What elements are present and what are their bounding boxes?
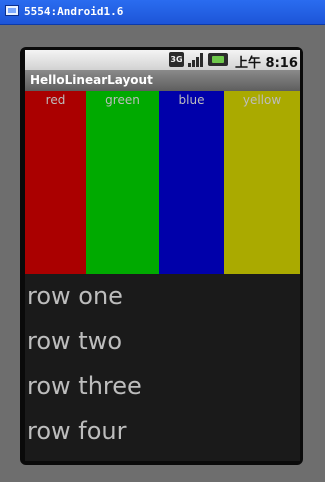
window-titlebar[interactable]: 5554:Android1.6 (0, 0, 325, 25)
window-app-icon (5, 5, 19, 16)
column-label: red (45, 93, 66, 107)
network-3g-icon: 3G (169, 52, 184, 67)
column-yellow: yellow (224, 91, 300, 274)
battery-icon (208, 53, 228, 66)
row-item: row four (27, 417, 127, 445)
app-titlebar: HelloLinearLayout (25, 70, 300, 91)
column-red: red (25, 91, 86, 274)
app-title: HelloLinearLayout (30, 73, 153, 87)
column-blue: blue (159, 91, 224, 274)
color-columns: red green blue yellow (25, 91, 300, 274)
column-label: yellow (242, 93, 282, 107)
status-bar: 3G 上午 8:16 (25, 50, 300, 71)
row-item: row one (27, 282, 123, 310)
row-item: row three (27, 372, 142, 400)
window-title: 5554:Android1.6 (24, 5, 124, 18)
status-time: 上午 8:16 (235, 56, 298, 71)
column-label: blue (178, 93, 205, 107)
signal-icon (188, 52, 204, 67)
rows-list: row one row two row three row four (25, 274, 300, 454)
device-screen: 3G 上午 8:16 HelloLinearLayout red green b… (25, 50, 300, 461)
column-green: green (86, 91, 159, 274)
row-item: row two (27, 327, 123, 355)
column-label: green (105, 93, 140, 107)
